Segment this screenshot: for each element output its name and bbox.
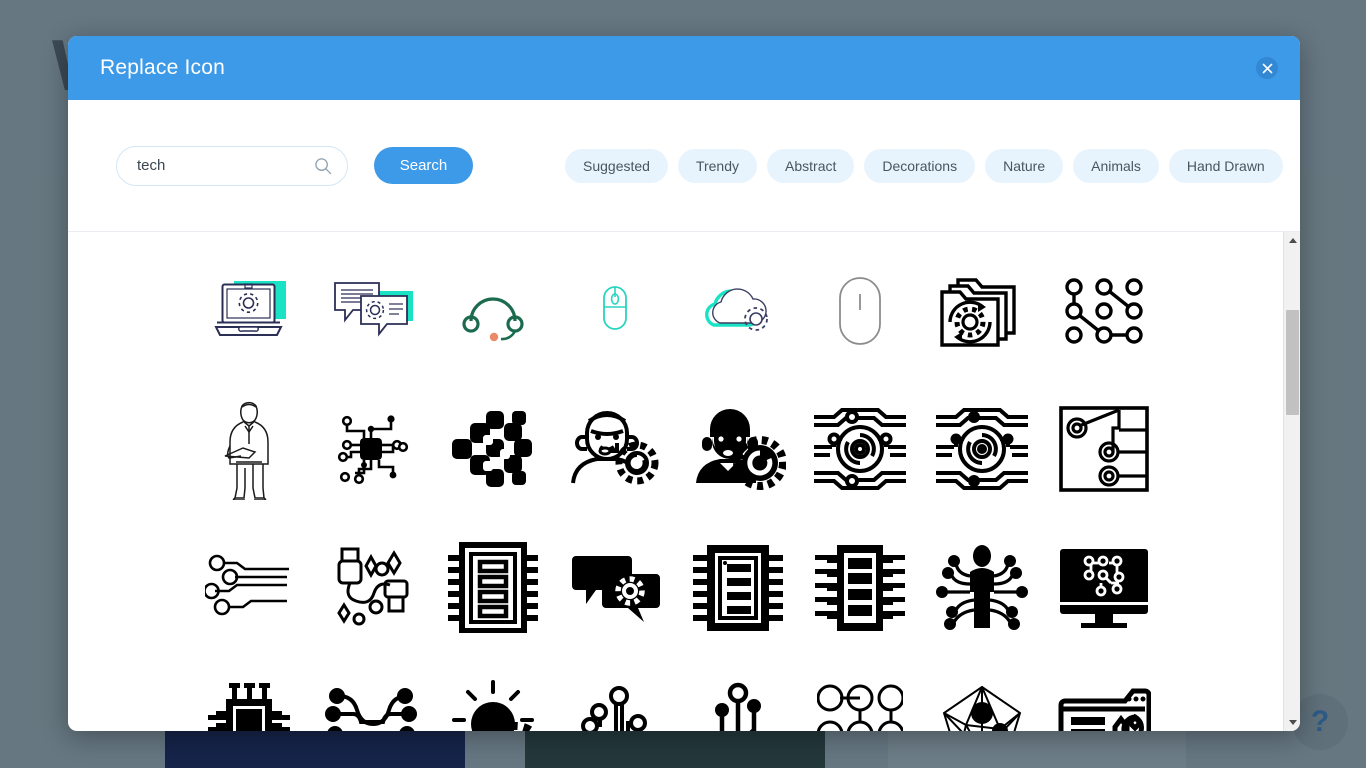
chip-nature[interactable]: Nature: [985, 148, 1064, 183]
search-toolbar: Search Suggested Trendy Abstract Decorat…: [68, 100, 1300, 232]
icon-headset[interactable]: [432, 242, 554, 380]
chevron-down-icon[interactable]: [1284, 714, 1300, 731]
modal-header: Replace Icon: [68, 36, 1300, 100]
icon-memory-chip-filled[interactable]: [677, 518, 799, 656]
icon-monitor-circuit[interactable]: [1043, 518, 1165, 656]
icon-grid: [68, 242, 1283, 731]
icon-chat-bubbles-gear-solid[interactable]: [554, 518, 676, 656]
chevron-up-icon[interactable]: [1284, 232, 1300, 249]
chip-suggested[interactable]: Suggested: [565, 148, 668, 183]
close-icon[interactable]: [1256, 57, 1278, 79]
icon-chat-bubbles-gear[interactable]: [310, 242, 432, 380]
icon-microchip-circuit-nodes[interactable]: [310, 380, 432, 518]
replace-icon-modal: Replace Icon Search Suggested Trendy Abs…: [68, 36, 1300, 731]
icon-support-agent-gear-outline[interactable]: [554, 380, 676, 518]
icon-support-agent-gear-solid[interactable]: [677, 380, 799, 518]
icon-wireless-mouse[interactable]: [799, 242, 921, 380]
icon-memory-chip-outline[interactable]: [432, 518, 554, 656]
icon-browser-tools[interactable]: [1043, 656, 1165, 731]
chip-animals[interactable]: Animals: [1073, 148, 1159, 183]
icon-node-grid-connections[interactable]: [799, 656, 921, 731]
icon-circuit-board-traces[interactable]: [1043, 380, 1165, 518]
modal-title: Replace Icon: [100, 56, 225, 79]
icon-circuit-tree-nodes[interactable]: [554, 656, 676, 731]
icon-circuit-lines-nodes[interactable]: [188, 518, 310, 656]
icon-grid-scroll: [68, 232, 1283, 731]
chip-trendy[interactable]: Trendy: [677, 148, 758, 183]
icon-usb-cable-sparkles[interactable]: [310, 518, 432, 656]
icon-results-area: [68, 232, 1300, 731]
search-button[interactable]: Search: [374, 147, 473, 184]
icon-network-nodes[interactable]: [1043, 242, 1165, 380]
search-field-wrapper: [116, 145, 348, 186]
icon-computer-mouse-outline[interactable]: [554, 242, 676, 380]
search-input[interactable]: [116, 145, 348, 186]
icon-laptop-gear[interactable]: [188, 242, 310, 380]
icon-cloud-gear[interactable]: [677, 242, 799, 380]
icon-person-with-laptop[interactable]: [188, 380, 310, 518]
chip-hand-drawn[interactable]: Hand Drawn: [1168, 148, 1283, 183]
question-mark-icon: ?: [1310, 705, 1330, 738]
icon-usb-symbol[interactable]: [677, 656, 799, 731]
scrollbar-thumb[interactable]: [1286, 310, 1299, 415]
icon-memory-chip-solid[interactable]: [799, 518, 921, 656]
chip-decorations[interactable]: Decorations: [864, 148, 976, 183]
help-button[interactable]: ?: [1292, 694, 1348, 750]
category-chip-list: Suggested Trendy Abstract Decorations Na…: [565, 148, 1283, 183]
results-scrollbar[interactable]: [1283, 232, 1300, 731]
icon-circuit-core-outline[interactable]: [799, 380, 921, 518]
icon-circuit-core-solid[interactable]: [921, 380, 1043, 518]
icon-folders-gear-sync[interactable]: [921, 242, 1043, 380]
icon-neural-network-blocks[interactable]: [432, 380, 554, 518]
icon-circuit-dots-waves[interactable]: [310, 656, 432, 731]
icon-person-ai-network[interactable]: [921, 518, 1043, 656]
icon-polygon-network[interactable]: [921, 656, 1043, 731]
chip-abstract[interactable]: Abstract: [767, 148, 855, 183]
icon-lightbulb-gear-idea[interactable]: [432, 656, 554, 731]
icon-processor-pins[interactable]: [188, 656, 310, 731]
